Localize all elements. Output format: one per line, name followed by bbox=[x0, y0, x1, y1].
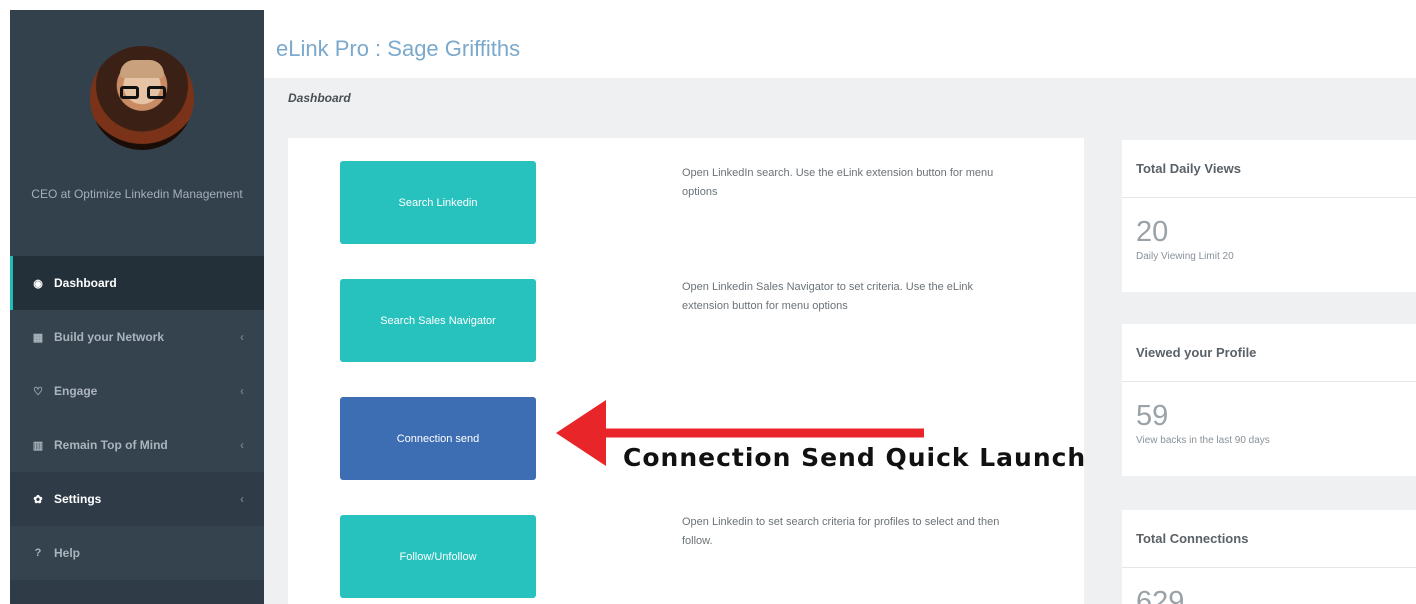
search-sales-navigator-button[interactable]: Search Sales Navigator bbox=[340, 279, 536, 362]
help-icon: ? bbox=[34, 547, 42, 559]
sidebar: CEO at Optimize Linkedin Management ◉ Da… bbox=[10, 10, 264, 604]
sidebar-item-settings[interactable]: ✿ Settings ‹ bbox=[10, 472, 264, 526]
annotation-label: Connection Send Quick Launch bbox=[623, 443, 1087, 472]
chevron-left-icon: ‹ bbox=[240, 384, 244, 398]
quick-launch-panel: Search Linkedin Open LinkedIn search. Us… bbox=[288, 138, 1084, 604]
stat-card-title: Total Connections bbox=[1122, 510, 1416, 568]
chevron-left-icon: ‹ bbox=[240, 330, 244, 344]
profile-section: CEO at Optimize Linkedin Management bbox=[10, 10, 264, 256]
dashboard-icon: ◉ bbox=[33, 277, 43, 290]
sidebar-item-dashboard[interactable]: ◉ Dashboard bbox=[10, 256, 264, 310]
follow-unfollow-description: Open Linkedin to set search criteria for… bbox=[682, 516, 1000, 547]
follow-unfollow-button[interactable]: Follow/Unfollow bbox=[340, 515, 536, 598]
sidebar-item-label: Engage bbox=[54, 384, 98, 398]
app-title: eLink Pro : Sage Griffiths bbox=[276, 36, 521, 61]
search-linkedin-description: Open LinkedIn search. Use the eLink exte… bbox=[682, 167, 994, 198]
search-sales-navigator-description: Open Linkedin Sales Navigator to set cri… bbox=[682, 281, 974, 312]
sidebar-item-help[interactable]: ? Help bbox=[10, 526, 264, 580]
bar-chart-icon: ▥ bbox=[32, 439, 44, 452]
sidebar-item-label: Settings bbox=[54, 492, 102, 506]
annotation-arrow-head bbox=[556, 400, 606, 466]
grid-icon: ▦ bbox=[32, 331, 44, 344]
stat-card-caption: View backs in the last 90 days bbox=[1136, 435, 1270, 446]
chevron-left-icon: ‹ bbox=[240, 492, 244, 506]
sidebar-item-engage[interactable]: ♡ Engage ‹ bbox=[10, 364, 264, 418]
sidebar-item-label: Build your Network bbox=[54, 330, 165, 344]
chevron-left-icon: ‹ bbox=[240, 438, 244, 452]
main-content: Dashboard Search Linkedin Open LinkedIn … bbox=[264, 78, 1416, 604]
breadcrumb: Dashboard bbox=[288, 91, 351, 105]
gear-icon: ✿ bbox=[33, 493, 43, 506]
stat-card-daily-views: Total Daily Views 20 Daily Viewing Limit… bbox=[1122, 140, 1416, 292]
stat-card-title: Viewed your Profile bbox=[1122, 324, 1416, 382]
profile-role: CEO at Optimize Linkedin Management bbox=[31, 187, 243, 201]
search-linkedin-button[interactable]: Search Linkedin bbox=[340, 161, 536, 244]
heart-icon: ♡ bbox=[33, 385, 43, 398]
stat-card-value: 20 bbox=[1136, 216, 1169, 248]
stat-card-value: 59 bbox=[1136, 400, 1169, 432]
stat-card-caption: Daily Viewing Limit 20 bbox=[1136, 251, 1234, 262]
sidebar-item-label: Remain Top of Mind bbox=[54, 438, 168, 452]
app-header: eLink Pro : Sage Griffiths bbox=[264, 10, 1416, 78]
sidebar-item-label: Dashboard bbox=[54, 276, 117, 290]
avatar[interactable] bbox=[90, 46, 194, 150]
stat-card-total-connections: Total Connections 629 bbox=[1122, 510, 1416, 604]
stat-card-title: Total Daily Views bbox=[1122, 140, 1416, 198]
sidebar-item-remain-top-of-mind[interactable]: ▥ Remain Top of Mind ‹ bbox=[10, 418, 264, 472]
stat-card-viewed-profile: Viewed your Profile 59 View backs in the… bbox=[1122, 324, 1416, 476]
stat-card-value: 629 bbox=[1136, 586, 1185, 604]
sidebar-item-build-your-network[interactable]: ▦ Build your Network ‹ bbox=[10, 310, 264, 364]
connection-send-button[interactable]: Connection send bbox=[340, 397, 536, 480]
sidebar-item-label: Help bbox=[54, 546, 81, 560]
